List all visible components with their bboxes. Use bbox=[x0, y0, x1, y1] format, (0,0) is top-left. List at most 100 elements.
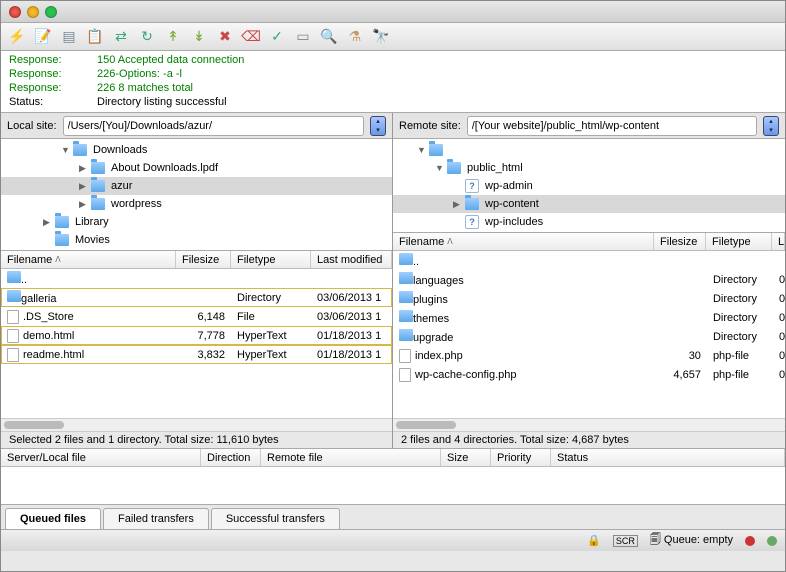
file-row[interactable]: languagesDirectory01/18/2013... bbox=[393, 270, 785, 289]
remote-scrollbar[interactable] bbox=[393, 418, 785, 431]
tree-row[interactable]: ▼ bbox=[393, 141, 785, 159]
tree-row[interactable]: ▶About Downloads.lpdf bbox=[1, 159, 392, 177]
binoculars-icon[interactable]: 🔭 bbox=[371, 27, 391, 47]
tree-row[interactable]: ?wp-admin bbox=[393, 177, 785, 195]
clipboard-icon[interactable]: 📋 bbox=[85, 27, 105, 47]
col-status[interactable]: Status bbox=[551, 449, 785, 466]
tab-successful-transfers[interactable]: Successful transfers bbox=[211, 508, 340, 529]
local-file-list[interactable]: ..galleriaDirectory03/06/2013 1.DS_Store… bbox=[1, 269, 392, 418]
search-icon[interactable]: 🔍 bbox=[319, 27, 339, 47]
remote-path-input[interactable] bbox=[467, 116, 757, 136]
check-icon[interactable]: ✓ bbox=[267, 27, 287, 47]
cancel-icon[interactable]: ✖ bbox=[215, 27, 235, 47]
up-icon[interactable]: ↟ bbox=[163, 27, 183, 47]
sync-icon[interactable]: ⇄ bbox=[111, 27, 131, 47]
col-filetype[interactable]: Filetype bbox=[706, 233, 772, 250]
filter-icon[interactable]: ⚗ bbox=[345, 27, 365, 47]
tree-label: Movies bbox=[75, 234, 110, 246]
col-filesize[interactable]: Filesize bbox=[654, 233, 706, 250]
log-label: Response: bbox=[9, 81, 79, 95]
file-modified: 01/18/2013... bbox=[773, 274, 785, 286]
file-row[interactable]: demo.html7,778HyperText01/18/2013 1 bbox=[1, 326, 392, 345]
page-icon[interactable]: ▭ bbox=[293, 27, 313, 47]
file-row[interactable]: .DS_Store6,148File03/06/2013 1 bbox=[1, 307, 392, 326]
file-name: upgrade bbox=[413, 332, 453, 344]
disclosure-triangle[interactable]: ▶ bbox=[453, 199, 463, 210]
col-server-file[interactable]: Server/Local file bbox=[1, 449, 201, 466]
tree-row[interactable]: Movies bbox=[1, 231, 392, 249]
edit-icon[interactable]: 📝 bbox=[33, 27, 53, 47]
disclosure-triangle[interactable]: ▶ bbox=[79, 181, 89, 192]
disclosure-triangle[interactable]: ▶ bbox=[79, 163, 89, 174]
file-name: galleria bbox=[21, 293, 56, 305]
remote-file-list[interactable]: ..languagesDirectory01/18/2013...plugins… bbox=[393, 251, 785, 418]
folder-icon bbox=[399, 329, 413, 341]
queue-header[interactable]: Server/Local file Direction Remote file … bbox=[1, 449, 785, 467]
tree-row[interactable]: ▶wp-content bbox=[393, 195, 785, 213]
col-remote-file[interactable]: Remote file bbox=[261, 449, 441, 466]
down-icon[interactable]: ↡ bbox=[189, 27, 209, 47]
col-filename[interactable]: Filename bbox=[399, 236, 444, 248]
close-button[interactable] bbox=[9, 6, 21, 18]
tree-row[interactable]: ▼public_html bbox=[393, 159, 785, 177]
tree-row[interactable]: ▼Downloads bbox=[1, 141, 392, 159]
tree-row[interactable]: ?wp-includes bbox=[393, 213, 785, 231]
folder-icon bbox=[91, 180, 105, 192]
col-direction[interactable]: Direction bbox=[201, 449, 261, 466]
sort-asc-icon: ᐱ bbox=[447, 237, 452, 246]
col-filename[interactable]: Filename bbox=[7, 254, 52, 266]
file-row[interactable]: .. bbox=[1, 269, 392, 288]
disclosure-triangle[interactable]: ▼ bbox=[435, 163, 445, 173]
file-name: .DS_Store bbox=[23, 310, 74, 322]
minimize-button[interactable] bbox=[27, 6, 39, 18]
col-filesize[interactable]: Filesize bbox=[176, 251, 231, 268]
log-text: 226-Options: -a -l bbox=[97, 67, 182, 81]
remote-list-header[interactable]: Filename ᐱ Filesize Filetype Last modifi… bbox=[393, 233, 785, 251]
file-row[interactable]: galleriaDirectory03/06/2013 1 bbox=[1, 288, 392, 307]
disclosure-triangle[interactable]: ▶ bbox=[79, 199, 89, 210]
col-filetype[interactable]: Filetype bbox=[231, 251, 311, 268]
remote-dir-tree[interactable]: ▼▼public_html?wp-admin▶wp-content?wp-inc… bbox=[393, 139, 785, 233]
local-list-header[interactable]: Filename ᐱ Filesize Filetype Last modifi… bbox=[1, 251, 392, 269]
delete-icon[interactable]: ⌫ bbox=[241, 27, 261, 47]
col-modified[interactable]: Last modified bbox=[311, 251, 392, 268]
list-icon[interactable]: ▤ bbox=[59, 27, 79, 47]
folder-icon bbox=[399, 272, 413, 284]
local-dir-tree[interactable]: ▼Downloads▶About Downloads.lpdf▶azur▶wor… bbox=[1, 139, 392, 251]
file-name: themes bbox=[413, 313, 449, 325]
file-name: wp-cache-config.php bbox=[415, 368, 517, 380]
file-name: plugins bbox=[413, 294, 448, 306]
maximize-button[interactable] bbox=[45, 6, 57, 18]
tree-row[interactable]: ▶azur bbox=[1, 177, 392, 195]
local-path-stepper[interactable]: ▴▾ bbox=[370, 116, 386, 136]
remote-path-stepper[interactable]: ▴▾ bbox=[763, 116, 779, 136]
refresh-icon[interactable]: ↻ bbox=[137, 27, 157, 47]
tab-failed-transfers[interactable]: Failed transfers bbox=[103, 508, 209, 529]
file-row[interactable]: pluginsDirectory03/05/2013... bbox=[393, 289, 785, 308]
disclosure-triangle[interactable]: ▼ bbox=[417, 145, 427, 155]
file-row[interactable]: readme.html3,832HyperText01/18/2013 1 bbox=[1, 345, 392, 364]
tree-row[interactable]: ▶Library bbox=[1, 213, 392, 231]
file-row[interactable]: upgradeDirectory01/18/2013... bbox=[393, 327, 785, 346]
disclosure-triangle[interactable]: ▶ bbox=[43, 217, 53, 228]
col-modified[interactable]: Last modified bbox=[772, 233, 785, 250]
file-name: .. bbox=[21, 274, 27, 286]
local-path-input[interactable] bbox=[63, 116, 364, 136]
local-scrollbar[interactable] bbox=[1, 418, 392, 431]
file-name: .. bbox=[413, 256, 419, 268]
file-row[interactable]: wp-cache-config.php4,657php-file02/02/20… bbox=[393, 365, 785, 384]
tab-queued-files[interactable]: Queued files bbox=[5, 508, 101, 529]
file-row[interactable]: .. bbox=[393, 251, 785, 270]
file-row[interactable]: themesDirectory03/05/2013... bbox=[393, 308, 785, 327]
file-name: languages bbox=[413, 275, 464, 287]
col-size[interactable]: Size bbox=[441, 449, 491, 466]
col-priority[interactable]: Priority bbox=[491, 449, 551, 466]
queue-list[interactable] bbox=[1, 467, 785, 505]
tree-row[interactable]: ▶wordpress bbox=[1, 195, 392, 213]
log-text: Directory listing successful bbox=[97, 95, 227, 109]
file-row[interactable]: index.php30php-file05/04/2007... bbox=[393, 346, 785, 365]
connect-icon[interactable]: ⚡ bbox=[7, 27, 27, 47]
local-pane: Local site: ▴▾ ▼Downloads▶About Download… bbox=[1, 113, 393, 449]
disclosure-triangle[interactable]: ▼ bbox=[61, 145, 71, 155]
queue-indicator[interactable]: 🗐 Queue: empty bbox=[650, 531, 733, 550]
